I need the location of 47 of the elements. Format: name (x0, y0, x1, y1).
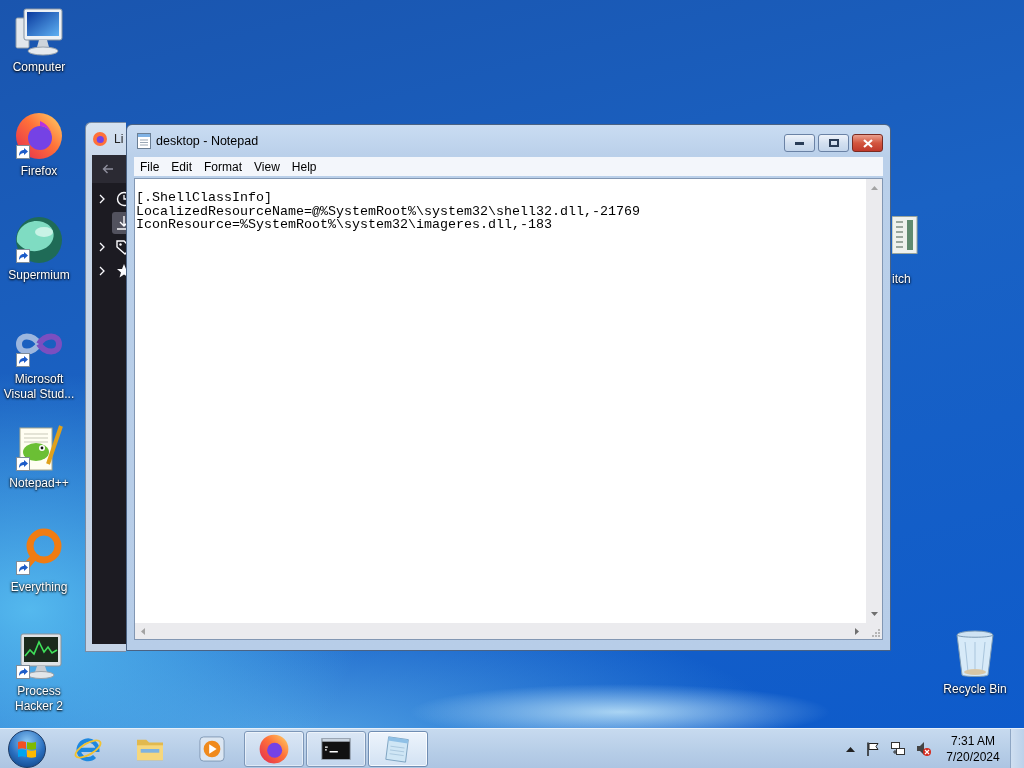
notepad-icon (137, 133, 151, 149)
text-line: IconResource=%SystemRoot%\system32\imageres.dll,-183 (136, 218, 552, 232)
chevron-icon[interactable] (99, 194, 105, 204)
menu-item[interactable]: File (134, 157, 166, 176)
close-icon (862, 138, 873, 148)
clock-time[interactable]: 7:31 AM (951, 732, 995, 749)
horizontal-scrollbar[interactable] (135, 623, 866, 639)
vertical-scrollbar[interactable] (866, 179, 882, 623)
close-button[interactable] (852, 134, 883, 152)
network-icon[interactable] (891, 741, 905, 756)
trash-bin-icon (955, 630, 995, 678)
fox-logo-icon (259, 733, 289, 764)
window-title: Li (114, 132, 124, 146)
maximize-button[interactable] (818, 134, 849, 152)
chevron-icon[interactable] (99, 266, 105, 276)
play-icon (199, 735, 225, 762)
tag-icon (116, 239, 126, 255)
window-title: desktop - Notepad (156, 134, 259, 148)
monitor-icon (15, 8, 63, 56)
download-icon (116, 215, 126, 231)
menu-item[interactable]: Format (198, 157, 249, 176)
menu-item[interactable]: Help (285, 157, 323, 176)
menu-item[interactable]: View (248, 157, 286, 176)
minimize-button[interactable] (784, 134, 815, 152)
up-caret-icon[interactable] (846, 745, 855, 752)
chevron-icon[interactable] (99, 242, 105, 252)
minimize-icon (795, 141, 804, 145)
menu-item[interactable]: Edit (165, 157, 199, 176)
flag-logo-icon (17, 739, 37, 758)
flag-icon[interactable] (866, 741, 880, 756)
back-arrow-icon[interactable] (102, 164, 114, 174)
scroll-right-arrow-icon[interactable] (855, 627, 859, 635)
speaker-muted-icon[interactable] (916, 741, 931, 756)
scroll-down-arrow-icon[interactable] (870, 612, 878, 616)
fox-logo-icon (93, 132, 107, 146)
clock-icon (116, 191, 126, 207)
clock-date[interactable]: 7/20/2024 (946, 748, 1000, 765)
start-button[interactable] (8, 729, 46, 768)
text-line: [.ShellClassInfo] (136, 191, 272, 205)
size-grip-icon[interactable] (872, 629, 880, 637)
star-icon (116, 263, 126, 279)
sidebar-item[interactable] (112, 212, 126, 234)
taskbar-button[interactable] (306, 730, 366, 767)
text-line: LocalizedResourceName=@%SystemRoot%\system32\shell32.dll,-21769 (136, 204, 641, 218)
document-icon (892, 216, 918, 254)
maximize-icon (828, 139, 839, 147)
terminal-icon (321, 737, 351, 760)
